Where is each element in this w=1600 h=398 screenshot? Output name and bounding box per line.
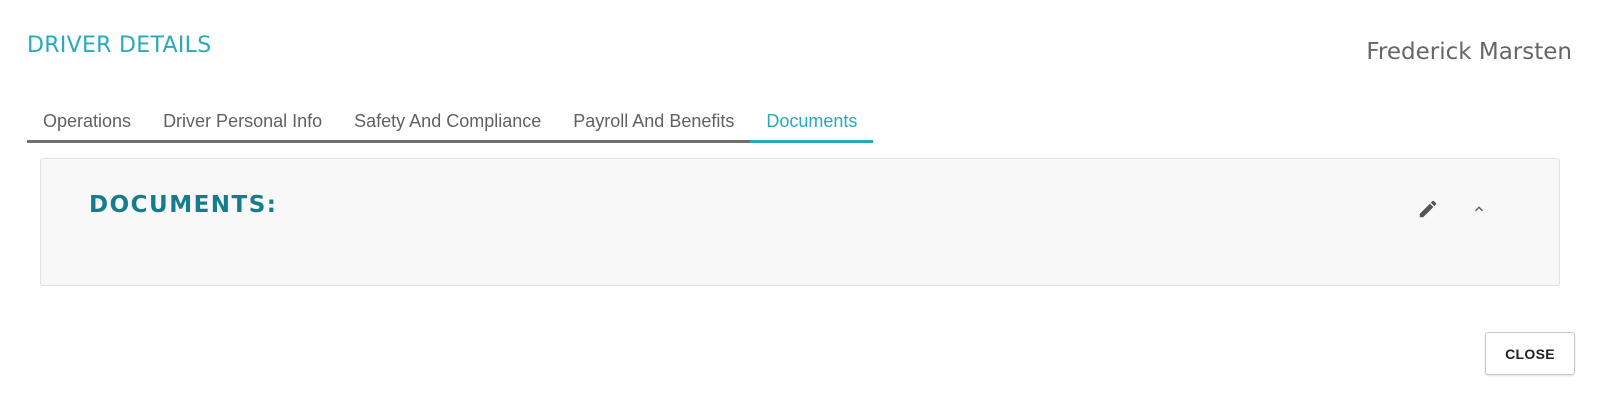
panel-title: DOCUMENTS: [89,192,278,218]
tab-safety-and-compliance[interactable]: Safety And Compliance [338,105,557,140]
driver-details-page: DRIVER DETAILS Frederick Marsten Operati… [0,0,1600,398]
chevron-up-icon[interactable] [1467,197,1491,221]
close-button[interactable]: CLOSE [1485,332,1575,375]
tab-bar: Operations Driver Personal Info Safety A… [27,105,874,143]
tab-payroll-and-benefits[interactable]: Payroll And Benefits [557,105,750,140]
documents-panel: DOCUMENTS: [40,158,1560,286]
tab-driver-personal-info[interactable]: Driver Personal Info [147,105,338,140]
page-title: DRIVER DETAILS [27,33,212,58]
tab-documents[interactable]: Documents [750,105,874,143]
tab-operations[interactable]: Operations [27,105,147,140]
driver-name: Frederick Marsten [1366,39,1572,65]
pencil-icon[interactable] [1416,197,1440,221]
